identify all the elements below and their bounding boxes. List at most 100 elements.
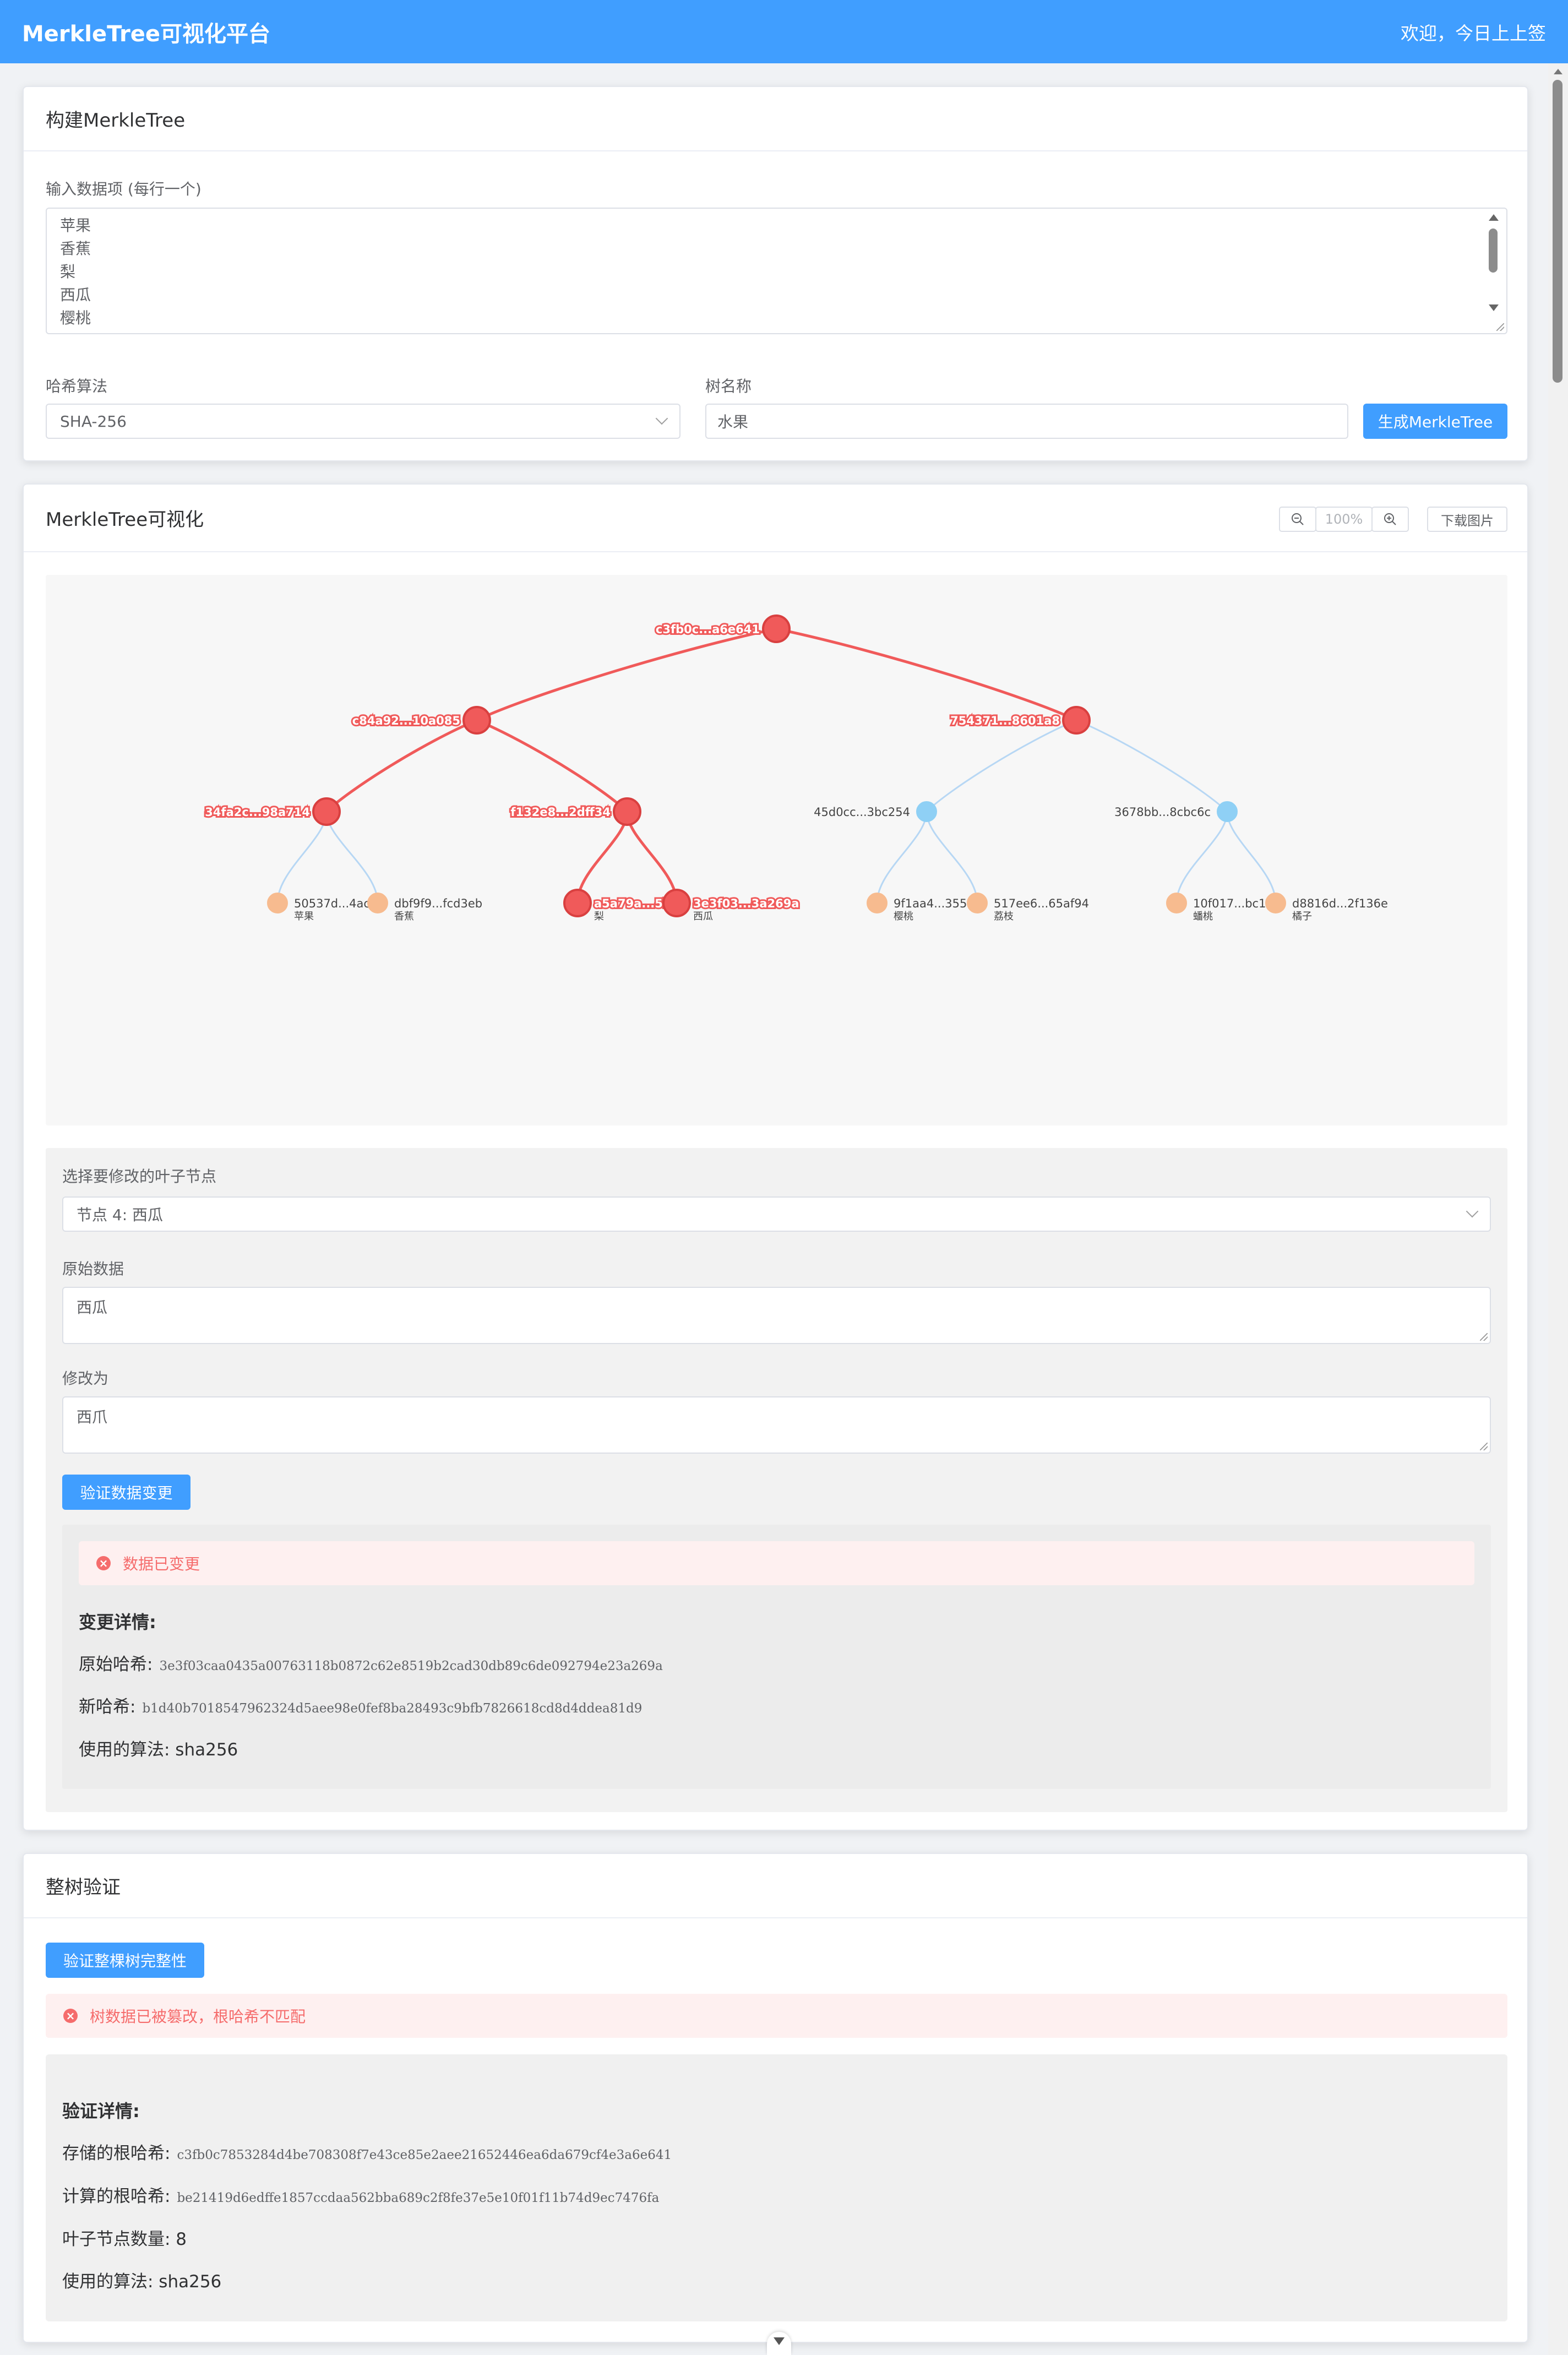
- leaf-data-label: 苹果: [294, 911, 314, 922]
- new-hash-row: 新哈希: b1d40b7018547962324d5aee98e0fef8ba28…: [79, 1693, 642, 1717]
- tree-edge: [476, 719, 628, 813]
- leaf-data-label: 梨: [594, 911, 604, 922]
- error-circle-icon: ×: [63, 2009, 78, 2023]
- tree-edge: [925, 719, 1077, 813]
- scroll-down-button[interactable]: [767, 2332, 791, 2355]
- leaf-hash-label: dbf9f9...fcd3eb: [394, 897, 482, 910]
- page-scroll-thumb[interactable]: [1553, 80, 1562, 383]
- new-hash-label: 新哈希:: [79, 1697, 136, 1717]
- resize-grip-icon[interactable]: [1496, 323, 1504, 331]
- tree-edge: [325, 811, 379, 904]
- original-data-textarea[interactable]: 西瓜: [62, 1287, 1491, 1344]
- data-line: 西瓜: [60, 286, 91, 304]
- leaf-node[interactable]: [367, 893, 388, 913]
- page-scrollbar[interactable]: [1548, 63, 1568, 2355]
- tree-edge: [476, 627, 777, 722]
- chevron-down-icon: [1466, 1205, 1479, 1218]
- data-line: 樱桃: [60, 309, 91, 327]
- data-line: 香蕉: [60, 240, 91, 258]
- leaf-hash-label: 10f017...bc1c: [1193, 897, 1272, 910]
- verify-details-box: 验证详情: 存储的根哈希: c3fb0c7853284d4be708308f7e4…: [46, 2054, 1507, 2321]
- viz-card: MerkleTree可视化 100% 下载图片 c3fb0c...a6e641 c…: [23, 483, 1528, 1831]
- tree-edge: [325, 719, 477, 813]
- root-hash-label: c3fb0c...a6e641: [656, 623, 760, 636]
- textarea-scroll-thumb[interactable]: [1489, 229, 1498, 273]
- algorithm-text: 使用的算法: sha256: [62, 2272, 222, 2292]
- original-data-value: 西瓜: [77, 1298, 108, 1317]
- internal-node[interactable]: [613, 797, 641, 826]
- change-details-title: 变更详情:: [79, 1612, 156, 1633]
- verify-whole-tree-button[interactable]: 验证整棵树完整性: [46, 1943, 204, 1978]
- modified-data-label: 修改为: [62, 1369, 109, 1388]
- stored-root-label: 存储的根哈希:: [62, 2144, 171, 2163]
- leaf-node[interactable]: [662, 889, 691, 917]
- leaf-node[interactable]: [867, 893, 888, 913]
- internal-node[interactable]: [1217, 801, 1238, 822]
- data-line: 梨: [60, 263, 76, 281]
- tree-name-value: 水果: [717, 413, 749, 431]
- leaf-data-label: 香蕉: [394, 911, 414, 922]
- leaf-data-label: 西瓜: [693, 911, 713, 922]
- leaf-node[interactable]: [1265, 893, 1286, 913]
- original-data-label: 原始数据: [62, 1260, 124, 1278]
- resize-grip-icon[interactable]: [1480, 1333, 1488, 1341]
- leaf-select[interactable]: 节点 4: 西瓜: [62, 1196, 1491, 1232]
- tree-edge: [276, 811, 328, 904]
- internal-node[interactable]: [916, 801, 937, 822]
- node-hash-label: c84a92...10a085: [352, 714, 460, 727]
- computed-root-row: 计算的根哈希: be21419d6edffe1857ccdaa562bba689c…: [62, 2182, 659, 2207]
- verify-change-button[interactable]: 验证数据变更: [62, 1475, 190, 1510]
- tree-name-input[interactable]: 水果: [705, 404, 1348, 439]
- change-alert: × 数据已变更: [79, 1541, 1474, 1585]
- leaf-node[interactable]: [267, 893, 288, 913]
- hash-algo-select[interactable]: SHA-256: [46, 404, 680, 439]
- internal-node[interactable]: [462, 706, 491, 735]
- root-node[interactable]: [762, 614, 791, 643]
- leaf-data-label: 荔枝: [994, 911, 1014, 922]
- chevron-down-icon: [774, 2337, 785, 2345]
- download-image-button[interactable]: 下载图片: [1427, 507, 1507, 532]
- internal-node[interactable]: [312, 797, 341, 826]
- tamper-alert: × 树数据已被篡改，根哈希不匹配: [46, 1994, 1507, 2038]
- app-title: MerkleTree可视化平台: [22, 21, 270, 47]
- data-input-textarea[interactable]: 苹果 香蕉 梨 西瓜 樱桃: [46, 208, 1507, 334]
- tree-edge: [1175, 811, 1228, 904]
- zoom-in-button[interactable]: [1371, 507, 1409, 532]
- modified-data-textarea[interactable]: 西爪: [62, 1396, 1491, 1454]
- textarea-scroll-down-icon[interactable]: [1489, 304, 1499, 311]
- computed-root-hash: be21419d6edffe1857ccdaa562bba689c2f8fe37…: [177, 2191, 660, 2205]
- leaf-count-text: 叶子节点数量: 8: [62, 2229, 187, 2249]
- chevron-down-icon: [655, 412, 668, 425]
- leaf-node[interactable]: [1166, 893, 1187, 913]
- resize-grip-icon[interactable]: [1480, 1443, 1488, 1450]
- textarea-scroll-up-icon[interactable]: [1489, 214, 1499, 221]
- build-card-header: 构建MerkleTree: [24, 87, 1527, 151]
- hash-algo-value: SHA-256: [60, 412, 127, 431]
- tree-canvas[interactable]: c3fb0c...a6e641 c84a92...10a085 754371...8…: [46, 575, 1507, 1125]
- zoom-in-icon: [1384, 513, 1396, 525]
- tree-edge: [576, 811, 629, 904]
- generate-tree-button[interactable]: 生成MerkleTree: [1363, 404, 1507, 439]
- build-card-title: 构建MerkleTree: [46, 110, 186, 132]
- original-hash-row: 原始哈希: 3e3f03caa0435a00763118b0872c62e8519…: [79, 1650, 663, 1675]
- computed-root-label: 计算的根哈希:: [62, 2187, 171, 2206]
- tree-edge: [1076, 719, 1228, 813]
- tree-name-label: 树名称: [705, 377, 752, 395]
- new-hash-value: b1d40b7018547962324d5aee98e0fef8ba28493c…: [142, 1701, 643, 1716]
- internal-node[interactable]: [1062, 706, 1091, 735]
- node-hash-label: 3678bb...8cbc6c: [1114, 806, 1211, 819]
- leaf-node[interactable]: [563, 889, 592, 917]
- original-hash-label: 原始哈希:: [79, 1655, 153, 1674]
- change-result-box: × 数据已变更 变更详情: 原始哈希: 3e3f03caa0435a0076311…: [62, 1525, 1491, 1789]
- scroll-up-icon[interactable]: [1554, 69, 1562, 74]
- modify-panel: 选择要修改的叶子节点 节点 4: 西瓜 原始数据 西瓜 修改为 西爪 验证数据变…: [46, 1148, 1507, 1812]
- leaf-select-label: 选择要修改的叶子节点: [62, 1167, 217, 1185]
- change-alert-text: 数据已变更: [123, 1555, 200, 1573]
- node-hash-label: 45d0cc...3bc254: [814, 806, 910, 819]
- node-hash-label: 34fa2c...98a714: [205, 806, 310, 819]
- leaf-hash-label: a5a79a...5b: [594, 897, 671, 910]
- leaf-hash-label: 3e3f03...3a269a: [693, 897, 799, 910]
- zoom-out-button[interactable]: [1279, 507, 1316, 532]
- verify-details-title: 验证详情:: [62, 2101, 140, 2122]
- leaf-node[interactable]: [967, 893, 988, 913]
